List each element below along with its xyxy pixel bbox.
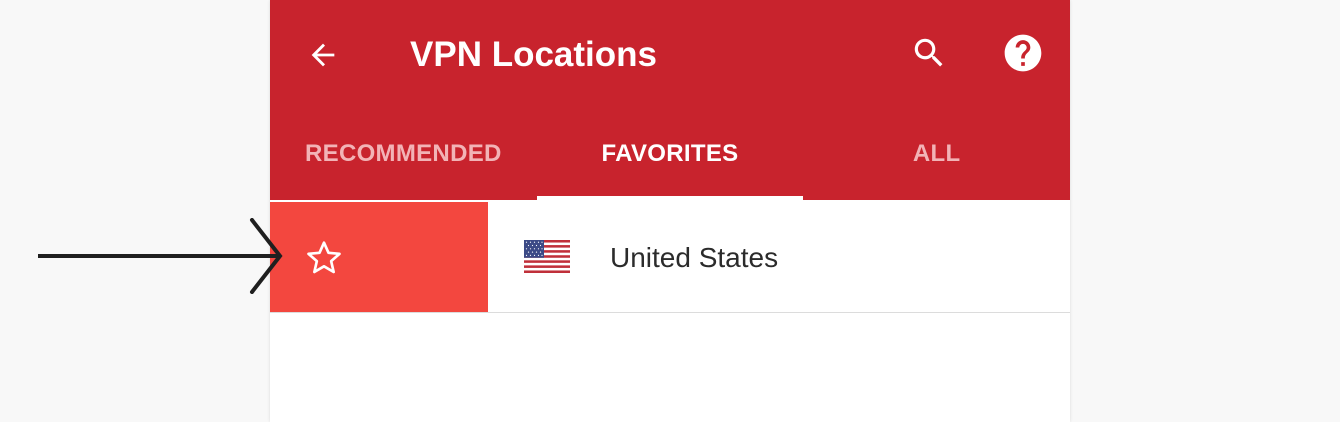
us-flag-icon	[524, 240, 570, 273]
country-name: United States	[610, 242, 779, 273]
arrow-left-icon	[311, 43, 335, 67]
app-bar: VPN Locations RECOMMENDED FAVORITES ALL	[270, 0, 1070, 200]
location-tabs: RECOMMENDED FAVORITES ALL	[270, 110, 1070, 200]
tab-favorites[interactable]: FAVORITES	[536, 110, 804, 200]
search-button[interactable]	[906, 30, 952, 76]
app-screen: VPN Locations RECOMMENDED FAVORITES ALL	[270, 0, 1070, 422]
page-title: VPN Locations	[410, 35, 657, 74]
tab-all[interactable]: ALL	[803, 110, 1070, 200]
tab-recommended[interactable]: RECOMMENDED	[270, 110, 537, 200]
back-button[interactable]	[300, 32, 346, 78]
screenshot-stage: VPN Locations RECOMMENDED FAVORITES ALL	[0, 0, 1340, 422]
star-outline-icon	[307, 241, 341, 274]
help-button[interactable]	[1000, 30, 1046, 76]
help-circle-icon	[1004, 34, 1042, 72]
pointer-arrow-icon	[38, 218, 283, 294]
favorite-toggle-button[interactable]	[270, 202, 488, 312]
toolbar: VPN Locations	[270, 0, 1070, 110]
location-row-united-states[interactable]: United States	[270, 202, 1070, 313]
search-icon	[914, 38, 943, 67]
